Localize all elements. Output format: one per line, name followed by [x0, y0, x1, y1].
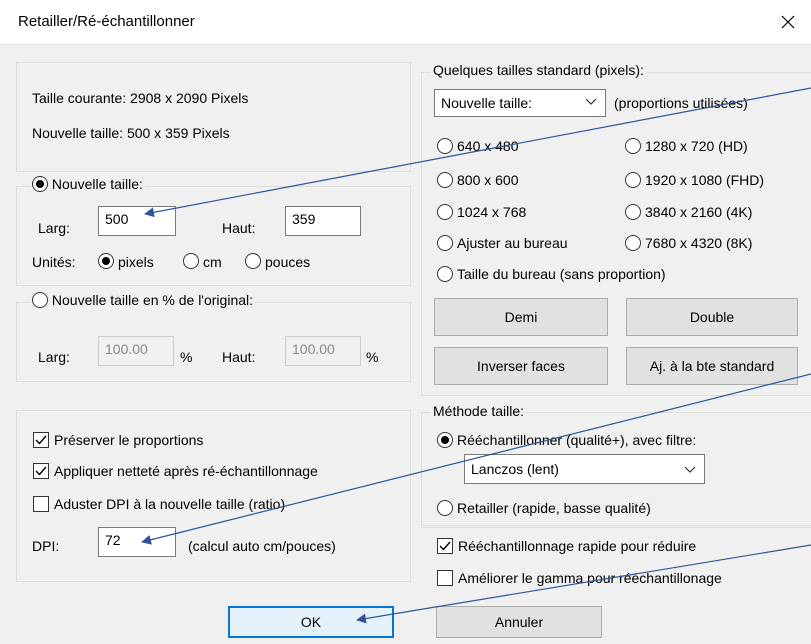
resize-dialog: Retailler/Ré-échantillonner Taille coura…: [0, 0, 811, 644]
arrow-to-width-input: [144, 87, 811, 218]
annotation-arrows: [141, 87, 811, 624]
arrow-to-ok-button: [356, 544, 811, 624]
arrow-to-dpi-input: [141, 373, 811, 545]
